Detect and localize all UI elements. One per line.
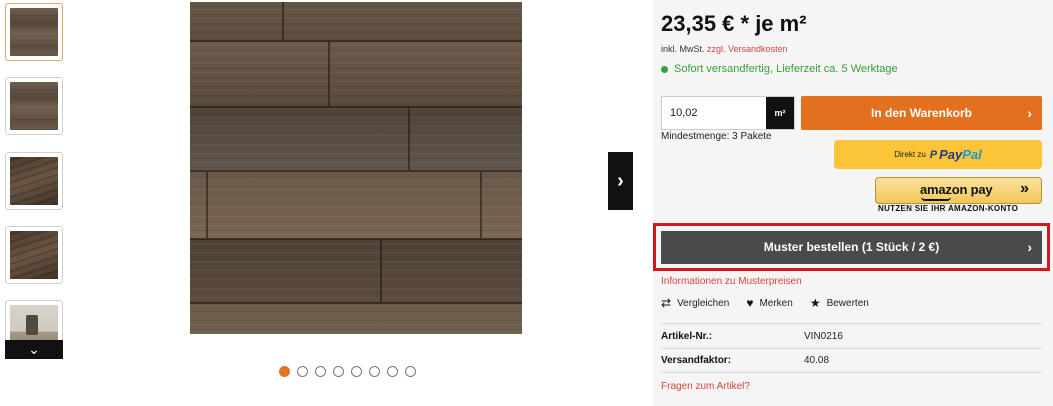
add-to-cart-label: In den Warenkorb bbox=[871, 106, 972, 120]
compare-icon: ⇄ bbox=[661, 296, 672, 310]
double-chevron-right-icon: » bbox=[1020, 180, 1029, 197]
product-actions: ⇄ Vergleichen ♥ Merken ★ Bewerten bbox=[661, 296, 869, 310]
compare-label: Vergleichen bbox=[677, 297, 730, 309]
review-label: Bewerten bbox=[826, 297, 869, 309]
buy-box: 23,35 € * je m² inkl. MwSt. zzgl. Versan… bbox=[653, 0, 1053, 406]
pagination-dot[interactable] bbox=[405, 366, 416, 377]
paypal-prefix: Direkt zu bbox=[894, 150, 926, 159]
pagination-dot[interactable] bbox=[315, 366, 326, 377]
image-pagination bbox=[279, 366, 416, 377]
review-action[interactable]: ★ Bewerten bbox=[810, 296, 869, 310]
tax-note: inkl. MwSt. zzgl. Versandkosten bbox=[661, 44, 788, 54]
star-icon: ★ bbox=[809, 296, 821, 310]
wood-plank-closeup-thumbnail bbox=[10, 157, 58, 205]
thumbnail-1[interactable] bbox=[5, 3, 63, 61]
wood-floor-thumbnail bbox=[10, 8, 58, 56]
amazon-pay-caption: NUTZEN SIE IHR AMAZON-KONTO bbox=[878, 204, 1019, 213]
compare-action[interactable]: ⇄ Vergleichen bbox=[661, 296, 729, 310]
shipping-factor-value: 40.08 bbox=[804, 355, 830, 366]
pagination-dot[interactable] bbox=[297, 366, 308, 377]
product-price: 23,35 € * je m² bbox=[661, 11, 807, 36]
amazon-smile-icon bbox=[921, 197, 951, 201]
pagination-dot[interactable] bbox=[369, 366, 380, 377]
next-image-button[interactable]: › bbox=[608, 152, 633, 210]
in-stock-dot-icon bbox=[661, 65, 668, 73]
thumbnail-3[interactable] bbox=[5, 152, 63, 210]
minimum-quantity: Mindestmenge: 3 Pakete bbox=[661, 131, 772, 142]
availability-text: Sofort versandfertig, Lieferzeit ca. 5 W… bbox=[674, 63, 898, 75]
chevron-right-icon: › bbox=[617, 170, 624, 192]
availability-status: Sofort versandfertig, Lieferzeit ca. 5 W… bbox=[661, 63, 898, 75]
paypal-icon: P bbox=[929, 148, 938, 161]
amazon-pay-button[interactable]: amazon pay » bbox=[875, 177, 1042, 204]
divider bbox=[661, 372, 1042, 373]
pagination-dot[interactable] bbox=[279, 366, 290, 377]
shipping-costs-link[interactable]: zzgl. Versandkosten bbox=[707, 44, 788, 54]
wood-floor-thumbnail bbox=[10, 82, 58, 130]
quantity-input[interactable]: 10,02 bbox=[662, 97, 766, 129]
paypal-button[interactable]: Direkt zu P PayPal bbox=[834, 140, 1042, 169]
shipping-factor-label: Versandfaktor: bbox=[661, 355, 732, 366]
wood-plank-closeup-thumbnail bbox=[10, 231, 58, 279]
wishlist-label: Merken bbox=[759, 297, 793, 309]
chevron-right-icon: › bbox=[1027, 105, 1032, 121]
thumbnail-2[interactable] bbox=[5, 77, 63, 135]
wishlist-action[interactable]: ♥ Merken bbox=[746, 296, 792, 310]
paypal-logo: PayPal bbox=[939, 146, 982, 162]
sample-prices-info-link[interactable]: Informationen zu Musterpreisen bbox=[661, 276, 802, 287]
chevron-right-icon: › bbox=[1027, 239, 1032, 255]
quantity-unit: m² bbox=[766, 97, 794, 129]
amazon-pay-logo: amazon pay bbox=[920, 182, 993, 197]
ask-question-link[interactable]: Fragen zum Artikel? bbox=[661, 381, 750, 392]
quantity-field[interactable]: 10,02 m² bbox=[661, 96, 795, 130]
order-sample-label: Muster bestellen (1 Stück / 2 €) bbox=[763, 240, 940, 254]
order-sample-button[interactable]: Muster bestellen (1 Stück / 2 €) › bbox=[661, 231, 1042, 264]
chevron-down-icon: ⌄ bbox=[28, 341, 40, 357]
tax-text: inkl. MwSt. bbox=[661, 44, 705, 54]
main-product-image bbox=[190, 2, 522, 334]
divider bbox=[661, 348, 1042, 349]
thumbnail-scroll-down-button[interactable]: ⌄ bbox=[5, 340, 63, 359]
add-to-cart-button[interactable]: In den Warenkorb › bbox=[801, 96, 1042, 130]
pagination-dot[interactable] bbox=[351, 366, 362, 377]
pagination-dot[interactable] bbox=[333, 366, 344, 377]
article-number-label: Artikel-Nr.: bbox=[661, 331, 713, 342]
pagination-dot[interactable] bbox=[387, 366, 398, 377]
thumbnail-4[interactable] bbox=[5, 226, 63, 284]
article-number-value: VIN0216 bbox=[804, 331, 843, 342]
divider bbox=[661, 323, 1042, 324]
heart-icon: ♥ bbox=[746, 296, 754, 310]
